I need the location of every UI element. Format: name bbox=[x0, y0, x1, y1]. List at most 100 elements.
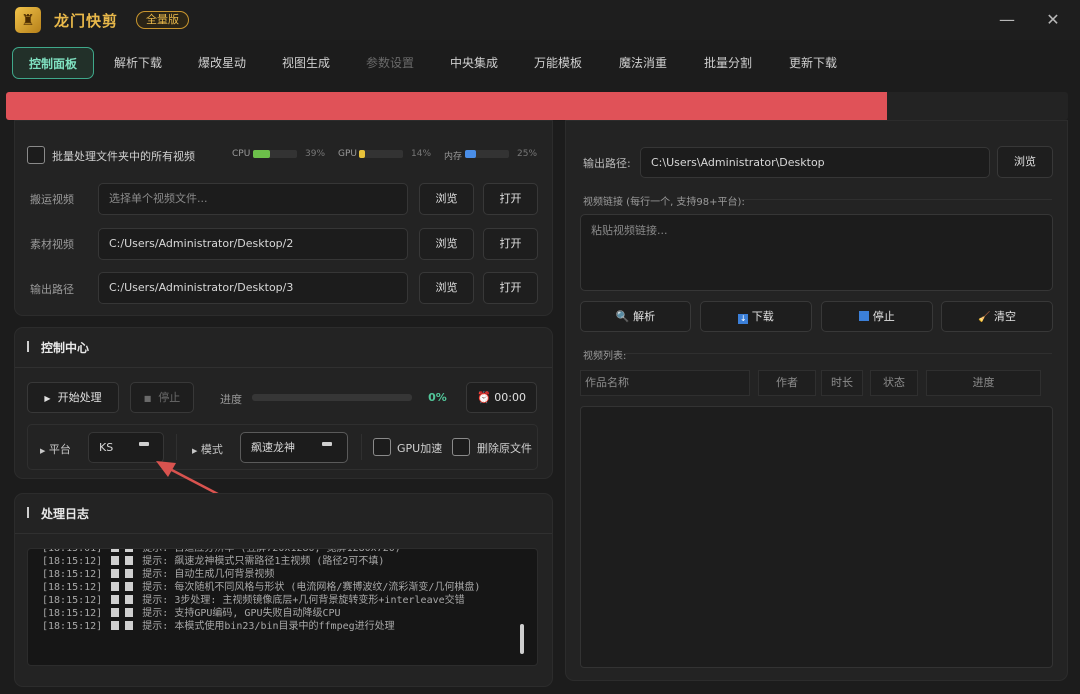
col-duration[interactable]: 时长 bbox=[821, 370, 863, 396]
log-scrollbar[interactable] bbox=[520, 624, 524, 654]
tab-dedupe[interactable]: 魔法消重 bbox=[607, 47, 679, 79]
col-author[interactable]: 作者 bbox=[758, 370, 816, 396]
document-icon bbox=[111, 582, 120, 591]
progress-label: 进度 bbox=[220, 393, 242, 406]
dropdown-icon bbox=[322, 442, 332, 446]
stop-download-button[interactable]: 停止 bbox=[821, 301, 933, 332]
play-icon: ▶ bbox=[44, 394, 51, 403]
stop-icon: ■ bbox=[143, 394, 152, 403]
minimize-button[interactable]: — bbox=[996, 9, 1018, 31]
tab-view-gen[interactable]: 视图生成 bbox=[270, 47, 342, 79]
col-title[interactable]: 作品名称 bbox=[580, 370, 750, 396]
gpu-accel-checkbox[interactable] bbox=[373, 438, 391, 456]
progress-track bbox=[252, 394, 412, 401]
stop-processing-button[interactable]: ■ 停止 bbox=[130, 382, 194, 413]
log-text: 提示: 每次随机不同风格与形状 (电流网格/赛博波纹/流彩渐变/几何棋盘) bbox=[142, 582, 481, 593]
batch-folder-label: 批量处理文件夹中的所有视频 bbox=[52, 150, 195, 163]
tab-parse-download[interactable]: 解析下载 bbox=[102, 47, 174, 79]
tab-settings[interactable]: 参数设置 bbox=[354, 47, 426, 79]
gpu-label: GPU bbox=[338, 149, 357, 159]
links-label: 视频链接 (每行一个, 支持98+平台): bbox=[583, 197, 745, 208]
output-browse-button[interactable]: 浏览 bbox=[419, 272, 474, 304]
tab-control-panel[interactable]: 控制面板 bbox=[12, 47, 94, 79]
tab-batch-split[interactable]: 批量分割 bbox=[692, 47, 764, 79]
title-bar: ♜ 龙门快剪 全量版 — ✕ bbox=[0, 0, 1080, 40]
timer-display: ⏰ 00:00 bbox=[466, 382, 537, 413]
material-browse-button[interactable]: 浏览 bbox=[419, 228, 474, 260]
log-line: [18:15:12] 提示: 飙速龙神模式只需路径1主视频 (路径2可不填) bbox=[42, 555, 537, 568]
log-output[interactable]: [18:15:01] 提示: 自适应分辨率 (竖屏720x1280, 宽屏128… bbox=[27, 548, 538, 666]
gpu-value: 14% bbox=[411, 149, 432, 159]
edition-badge: 全量版 bbox=[136, 11, 189, 29]
options-divider bbox=[361, 434, 362, 460]
triangle-icon: ▶ bbox=[192, 447, 198, 455]
source-browse-button[interactable]: 浏览 bbox=[419, 183, 474, 215]
log-time: [18:15:01] bbox=[42, 548, 103, 554]
start-processing-button[interactable]: ▶ 开始处理 bbox=[27, 382, 119, 413]
dl-output-input[interactable]: C:\Users\Administrator\Desktop bbox=[640, 147, 990, 178]
gpu-meter bbox=[359, 150, 403, 158]
alarm-clock-icon: ⏰ bbox=[477, 391, 491, 404]
document-icon bbox=[111, 569, 120, 578]
document-icon bbox=[111, 608, 120, 617]
output-path-label: 输出路径 bbox=[30, 283, 74, 296]
tab-central[interactable]: 中央集成 bbox=[438, 47, 510, 79]
log-divider bbox=[15, 533, 552, 534]
document-icon bbox=[125, 608, 134, 617]
document-icon bbox=[125, 582, 134, 591]
progress-percent: 0% bbox=[428, 391, 447, 404]
close-button[interactable]: ✕ bbox=[1042, 9, 1064, 31]
clear-button[interactable]: 🧹 清空 bbox=[941, 301, 1053, 332]
document-icon bbox=[125, 569, 134, 578]
log-time: [18:15:12] bbox=[42, 569, 103, 580]
source-video-label: 搬运视频 bbox=[30, 193, 74, 206]
material-video-input[interactable]: C:/Users/Administrator/Desktop/2 bbox=[98, 228, 408, 260]
log-line: [18:15:12] 提示: 每次随机不同风格与形状 (电流网格/赛博波纹/流彩… bbox=[42, 581, 537, 594]
source-video-input[interactable]: 选择单个视频文件... bbox=[98, 183, 408, 215]
output-open-button[interactable]: 打开 bbox=[483, 272, 538, 304]
log-text: 提示: 自适应分辨率 (竖屏720x1280, 宽屏1280x720) bbox=[142, 548, 401, 554]
cpu-value: 39% bbox=[305, 149, 326, 159]
log-line: [18:15:01] 提示: 自适应分辨率 (竖屏720x1280, 宽屏128… bbox=[42, 548, 537, 555]
parse-button[interactable]: 🔍 解析 bbox=[580, 301, 691, 332]
output-path-input[interactable]: C:/Users/Administrator/Desktop/3 bbox=[98, 272, 408, 304]
log-line: [18:15:12] 提示: 本模式使用bin23/bin目录中的ffmpeg进… bbox=[42, 620, 537, 633]
section-marker bbox=[27, 341, 29, 352]
list-divider bbox=[624, 353, 1052, 354]
download-button[interactable]: ↓ 下载 bbox=[700, 301, 812, 332]
log-time: [18:15:12] bbox=[42, 582, 103, 593]
log-line: [18:15:12] 提示: 自动生成几何背景视频 bbox=[42, 568, 537, 581]
control-divider bbox=[15, 367, 552, 368]
broom-icon: 🧹 bbox=[978, 312, 991, 323]
platform-label: ▶ 平台 bbox=[40, 443, 71, 456]
triangle-icon: ▶ bbox=[40, 447, 46, 455]
document-icon bbox=[111, 549, 120, 552]
document-icon bbox=[111, 556, 120, 565]
memory-meter bbox=[465, 150, 509, 158]
source-open-button[interactable]: 打开 bbox=[483, 183, 538, 215]
tab-update[interactable]: 更新下载 bbox=[777, 47, 849, 79]
video-list-label: 视频列表: bbox=[583, 351, 627, 362]
log-text: 提示: 支持GPU编码, GPU失败自动降级CPU bbox=[142, 608, 341, 619]
log-line: [18:15:12] 提示: 3步处理: 主视频镜像底层+几何背景旋转变形+in… bbox=[42, 594, 537, 607]
material-open-button[interactable]: 打开 bbox=[483, 228, 538, 260]
delete-source-checkbox[interactable] bbox=[452, 438, 470, 456]
log-time: [18:15:12] bbox=[42, 556, 103, 567]
col-progress[interactable]: 进度 bbox=[926, 370, 1041, 396]
log-title: 处理日志 bbox=[41, 507, 90, 521]
stop-square-icon bbox=[859, 311, 870, 321]
col-status[interactable]: 状态 bbox=[870, 370, 918, 396]
log-text: 提示: 自动生成几何背景视频 bbox=[142, 569, 275, 580]
dropdown-icon bbox=[139, 442, 149, 446]
tab-remix[interactable]: 爆改星动 bbox=[186, 47, 258, 79]
tab-templates[interactable]: 万能模板 bbox=[522, 47, 594, 79]
download-arrow-icon: ↓ bbox=[738, 314, 749, 324]
dl-browse-button[interactable]: 浏览 bbox=[997, 146, 1053, 178]
links-textarea[interactable]: 粘贴视频链接... bbox=[580, 214, 1053, 291]
video-list[interactable] bbox=[580, 406, 1053, 668]
document-icon bbox=[111, 595, 120, 604]
app-logo-icon: ♜ bbox=[15, 7, 41, 33]
log-text: 提示: 飙速龙神模式只需路径1主视频 (路径2可不填) bbox=[142, 556, 385, 567]
document-icon bbox=[125, 621, 134, 630]
batch-folder-checkbox[interactable] bbox=[27, 146, 45, 164]
